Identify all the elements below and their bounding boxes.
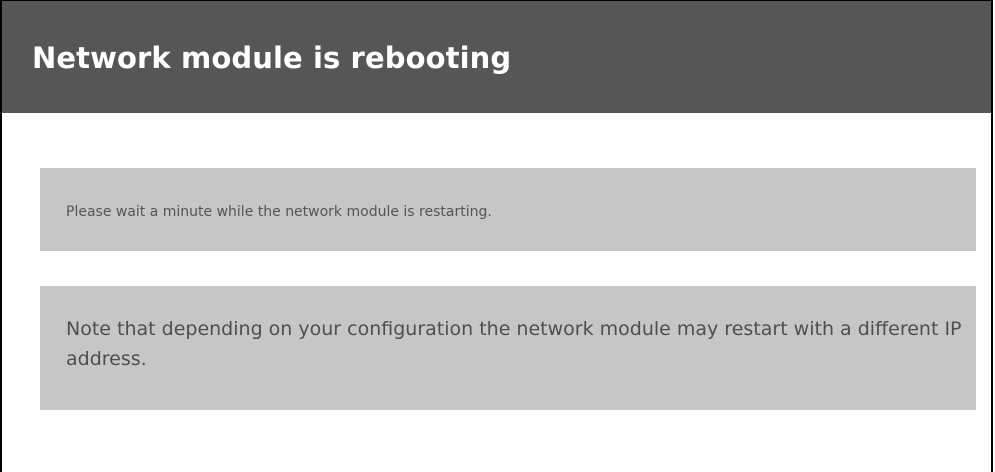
wait-message-panel: Please wait a minute while the network m… — [40, 168, 976, 251]
wait-message-text: Please wait a minute while the network m… — [66, 204, 492, 220]
reboot-dialog: Network module is rebooting Please wait … — [0, 0, 993, 472]
dialog-header: Network module is rebooting — [2, 1, 991, 113]
dialog-title: Network module is rebooting — [32, 41, 512, 75]
ip-note-panel: Note that depending on your configuratio… — [40, 286, 976, 410]
ip-note-text: Note that depending on your configuratio… — [66, 318, 962, 370]
